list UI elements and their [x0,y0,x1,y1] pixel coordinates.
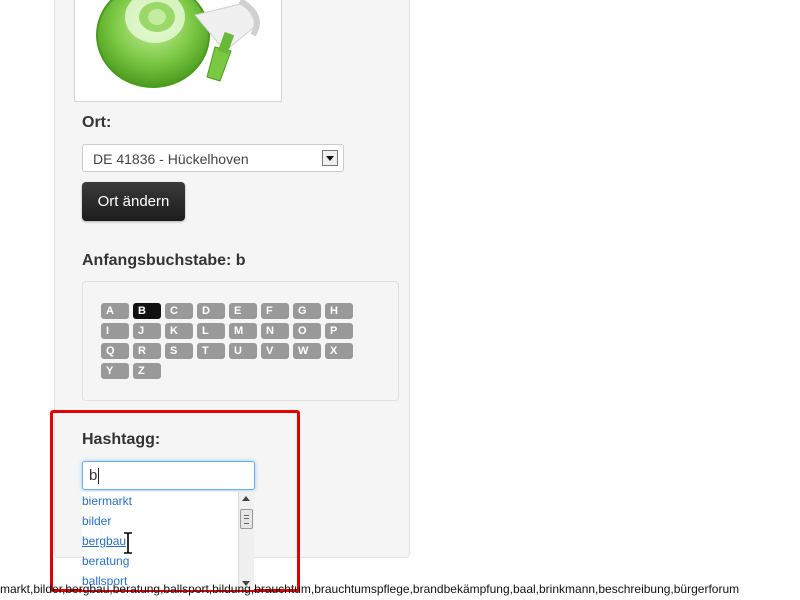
megaphone-icon [96,0,260,88]
scroll-up-icon[interactable] [242,496,250,501]
suggestion-item[interactable]: biermarkt [82,494,132,508]
suggestions-scrollbar[interactable] [238,492,254,590]
hashtag-input[interactable]: b [82,461,255,490]
location-select[interactable]: DE 41836 - Hückelhoven [82,144,344,172]
letter-button-z[interactable]: Z [133,363,161,379]
letter-button-r[interactable]: R [133,343,161,359]
initial-letter-label: Anfangsbuchstabe: b [82,252,246,269]
letter-button-s[interactable]: S [165,343,193,359]
letter-button-x[interactable]: X [325,343,353,359]
letter-button-p[interactable]: P [325,323,353,339]
letter-button-u[interactable]: U [229,343,257,359]
change-location-button[interactable]: Ort ändern [82,182,185,221]
chevron-down-icon[interactable] [322,150,338,166]
alphabet-panel [82,281,399,401]
letter-button-h[interactable]: H [325,303,353,319]
suggestion-item[interactable]: beratung [82,554,129,568]
i-beam-cursor-icon [124,532,132,554]
letter-button-c[interactable]: C [165,303,193,319]
letter-button-m[interactable]: M [229,323,257,339]
letter-button-k[interactable]: K [165,323,193,339]
letter-button-d[interactable]: D [197,303,225,319]
megaphone-image [74,0,282,102]
location-select-value: DE 41836 - Hückelhoven [93,151,249,167]
letter-button-i[interactable]: I [101,323,129,339]
scroll-thumb[interactable] [240,509,253,529]
hashtag-suggestions: biermarkt bilder bergbau beratung ballsp… [82,492,254,590]
location-label: Ort: [82,114,112,131]
hashtag-label: Hashtagg: [82,431,161,448]
letter-button-q[interactable]: Q [101,343,129,359]
text-caret [98,468,100,485]
letter-button-o[interactable]: O [293,323,321,339]
hashtag-input-value: b [89,467,98,484]
letter-button-n[interactable]: N [261,323,289,339]
letter-button-v[interactable]: V [261,343,289,359]
letter-button-e[interactable]: E [229,303,257,319]
letter-button-f[interactable]: F [261,303,289,319]
letter-button-b[interactable]: B [133,303,161,319]
letter-button-t[interactable]: T [197,343,225,359]
letter-button-a[interactable]: A [101,303,129,319]
letter-button-y[interactable]: Y [101,363,129,379]
suggestion-item[interactable]: bilder [82,514,111,528]
suggestion-item-hovered[interactable]: bergbau [82,534,126,548]
letter-button-j[interactable]: J [133,323,161,339]
hashtag-list-strip: markt,bilder,bergbau,beratung,ballsport,… [0,582,740,596]
letter-button-g[interactable]: G [293,303,321,319]
letter-button-w[interactable]: W [293,343,321,359]
letter-button-l[interactable]: L [197,323,225,339]
